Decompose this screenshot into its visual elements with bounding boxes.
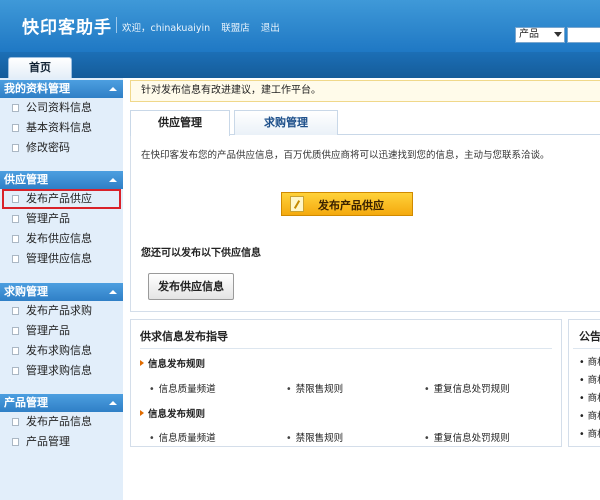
- sidebar-group-header[interactable]: 我的资料管理: [0, 80, 123, 98]
- publish-guide-box: 供求信息发布指导 信息发布规则 信息质量频道 禁限售规则 重复信息处罚规则 信息…: [130, 319, 562, 447]
- sidebar-group-header[interactable]: 产品管理: [0, 394, 123, 412]
- rule-section-heading: 信息发布规则: [140, 356, 205, 370]
- guide-title: 供求信息发布指导: [140, 330, 228, 343]
- document-icon: [12, 327, 19, 335]
- sidebar-item-publish-purchase[interactable]: 发布产品求购: [0, 301, 123, 321]
- divider: [140, 348, 552, 349]
- sidebar-group-supply: 供应管理 发布产品供应 管理产品 发布供应信息 管理供应信息: [0, 171, 123, 269]
- tab-supply-management[interactable]: 供应管理: [130, 110, 230, 136]
- rule-link-prohibited[interactable]: 禁限售规则: [286, 381, 344, 395]
- main-tabs: 供应管理 求购管理: [130, 109, 600, 136]
- document-icon: [12, 144, 19, 152]
- sidebar-item-manage-supply-info[interactable]: 管理供应信息: [0, 249, 123, 269]
- announcement-item[interactable]: 商机: [579, 390, 600, 404]
- top-nav-bar: 首页: [0, 52, 600, 78]
- app-header: 快印客助手 欢迎，chinakuaiyin 联盟店 退出 产品: [0, 0, 600, 52]
- collapse-arrow-icon: [109, 290, 117, 294]
- chevron-down-icon: [554, 32, 562, 37]
- shop-link[interactable]: 联盟店: [221, 23, 250, 34]
- search-category-select[interactable]: 产品: [515, 27, 565, 43]
- rule-link-duplicate[interactable]: 重复信息处罚规则: [424, 381, 510, 395]
- sidebar-item-publish-supply-info[interactable]: 发布供应信息: [0, 229, 123, 249]
- sidebar-item-product-management[interactable]: 产品管理: [0, 432, 123, 452]
- welcome-text: 欢迎，chinakuaiyin: [122, 23, 211, 34]
- document-icon: [12, 347, 19, 355]
- collapse-arrow-icon: [109, 178, 117, 182]
- document-icon: [12, 235, 19, 243]
- collapse-arrow-icon: [109, 401, 117, 405]
- logout-link[interactable]: 退出: [261, 23, 280, 34]
- arrow-right-icon: [140, 360, 144, 366]
- brand-logo-text: 快印客助手: [22, 18, 112, 38]
- sidebar-item-manage-products[interactable]: 管理产品: [0, 209, 123, 229]
- document-icon: [12, 307, 19, 315]
- announcement-box: 公告 商机 商机 商机 商机 商机: [568, 319, 600, 447]
- publish-supply-label: 发布产品供应: [318, 199, 384, 212]
- announcement-item[interactable]: 商机: [579, 354, 600, 368]
- search-input[interactable]: [567, 27, 600, 43]
- search-category-value: 产品: [519, 29, 539, 40]
- rule-link-quality[interactable]: 信息质量频道: [149, 381, 216, 395]
- notice-bar: 针对发布信息有改进建议，建工作平台。: [130, 80, 600, 102]
- panel-description: 在快印客发布您的产品供应信息，百万优质供应商将可以迅速找到您的信息，主动与您联系…: [141, 150, 550, 161]
- document-icon: [12, 418, 19, 426]
- user-bar: 欢迎，chinakuaiyin 联盟店 退出: [122, 20, 288, 34]
- document-icon: [12, 438, 19, 446]
- divider: [573, 348, 600, 349]
- document-icon: [12, 367, 19, 375]
- sidebar: 我的资料管理 公司资料信息 基本资料信息 修改密码 供应管理 发布产品供应 管理…: [0, 78, 123, 500]
- sidebar-group-profile: 我的资料管理 公司资料信息 基本资料信息 修改密码: [0, 80, 123, 158]
- publish-supply-button[interactable]: 发布产品供应: [281, 192, 413, 216]
- tab-home[interactable]: 首页: [8, 57, 72, 78]
- document-icon: [12, 124, 19, 132]
- sidebar-group-products: 产品管理 发布产品信息 产品管理: [0, 394, 123, 452]
- brand-divider: [116, 17, 117, 33]
- document-icon: [12, 195, 19, 203]
- sidebar-item-basic-info[interactable]: 基本资料信息: [0, 118, 123, 138]
- announcement-item[interactable]: 商机: [579, 372, 600, 386]
- sidebar-item-company-info[interactable]: 公司资料信息: [0, 98, 123, 118]
- rule-link-duplicate[interactable]: 重复信息处罚规则: [424, 430, 510, 444]
- rule-section-heading: 信息发布规则: [140, 406, 205, 420]
- sidebar-group-header[interactable]: 供应管理: [0, 171, 123, 189]
- sidebar-item-change-password[interactable]: 修改密码: [0, 138, 123, 158]
- document-icon: [12, 104, 19, 112]
- sidebar-item-publish-supply[interactable]: 发布产品供应: [2, 189, 121, 209]
- announcement-item[interactable]: 商机: [579, 408, 600, 422]
- rule-link-quality[interactable]: 信息质量频道: [149, 430, 216, 444]
- collapse-arrow-icon: [109, 87, 117, 91]
- sidebar-group-header[interactable]: 求购管理: [0, 283, 123, 301]
- tab-purchase-management[interactable]: 求购管理: [234, 110, 338, 135]
- supply-panel: 在快印客发布您的产品供应信息，百万优质供应商将可以迅速找到您的信息，主动与您联系…: [130, 135, 600, 312]
- sidebar-item-manage-products-2[interactable]: 管理产品: [0, 321, 123, 341]
- sidebar-item-publish-purchase-info[interactable]: 发布求购信息: [0, 341, 123, 361]
- also-publish-label: 您还可以发布以下供应信息: [141, 248, 261, 259]
- announcement-title: 公告: [579, 330, 600, 343]
- sidebar-item-manage-purchase-info[interactable]: 管理求购信息: [0, 361, 123, 381]
- announcement-item[interactable]: 商机: [579, 426, 600, 440]
- publish-supply-info-button[interactable]: 发布供应信息: [148, 273, 234, 300]
- sidebar-item-publish-product-info[interactable]: 发布产品信息: [0, 412, 123, 432]
- rule-link-prohibited[interactable]: 禁限售规则: [286, 430, 344, 444]
- document-icon: [12, 215, 19, 223]
- edit-document-icon: [290, 196, 304, 212]
- arrow-right-icon: [140, 410, 144, 416]
- sidebar-group-purchase: 求购管理 发布产品求购 管理产品 发布求购信息 管理求购信息: [0, 283, 123, 381]
- document-icon: [12, 255, 19, 263]
